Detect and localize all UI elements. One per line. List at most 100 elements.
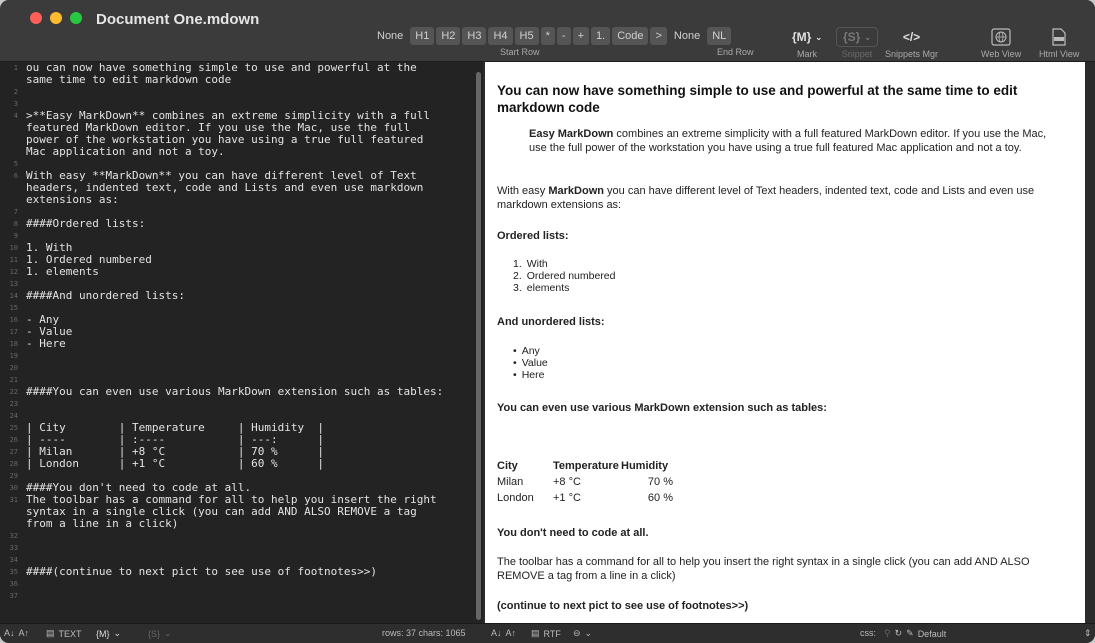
list-item: 3. elements <box>513 282 570 294</box>
list-item: • Here <box>513 369 545 381</box>
minimize-button[interactable] <box>50 12 62 24</box>
snippet-tool[interactable]: {S} ⌄ Snippet <box>836 27 879 59</box>
format-h1-button[interactable]: H1 <box>410 27 435 45</box>
font-size-controls[interactable]: A↓ A↑ <box>4 628 29 638</box>
chevron-down-icon: ⌄ <box>815 32 823 42</box>
rtf-mode-toggle[interactable]: ▤ RTF <box>531 628 561 639</box>
decrease-font-icon[interactable]: A↓ <box>4 628 15 638</box>
zoom-button[interactable] <box>70 12 82 24</box>
rendered-preview: You can now have something simple to use… <box>485 62 1085 623</box>
editor-line[interactable]: ####(continue to next pict to see use of… <box>26 566 476 578</box>
editor-line[interactable]: same time to edit markdown code <box>26 74 476 86</box>
format-bullet-star-button[interactable]: * <box>540 27 555 45</box>
editor-line[interactable]: ####Ordered lists: <box>26 218 476 230</box>
line-number-gutter: 1 2 3 4 5 6 7 8 9 10 11 12 13 14 15 16 17 18 19 20 21 22 23 24 2… <box>0 62 26 623</box>
line-number: 20 <box>9 364 18 372</box>
chevron-down-icon: ⌄ <box>113 628 122 638</box>
rtf-mode-label: RTF <box>543 628 561 639</box>
preview-scroll-track[interactable] <box>1085 62 1095 623</box>
preview-unordered-list: • Any • Value • Here <box>513 345 548 381</box>
editor-line[interactable]: - Value <box>26 326 476 338</box>
editor-line[interactable]: ####And unordered lists: <box>26 290 476 302</box>
table-row: London +1 °C 60 % <box>497 492 673 504</box>
line-number: 14 <box>9 292 18 300</box>
css-value[interactable]: Default <box>918 629 947 639</box>
line-number: 8 <box>13 220 18 228</box>
editor-line[interactable]: from a line in a click) <box>26 518 476 530</box>
increase-font-icon[interactable]: A↑ <box>506 628 517 638</box>
line-number: 4 <box>13 112 18 120</box>
editor-line[interactable]: Mac application and not a toy. <box>26 146 476 158</box>
editor-line[interactable]: ####You can even use various MarkDown ex… <box>26 386 476 398</box>
format-h5-button[interactable]: H5 <box>514 27 539 45</box>
web-view-label: Web View <box>981 49 1022 59</box>
text-mode-label: TEXT <box>58 628 82 639</box>
editor-line[interactable]: extensions as: <box>26 194 476 206</box>
decrease-font-icon[interactable]: A↓ <box>491 628 502 638</box>
format-none-button[interactable]: None <box>372 27 408 45</box>
editor-line[interactable]: 1. elements <box>26 266 476 278</box>
format-newline-button[interactable]: NL <box>707 27 732 45</box>
text-mode-toggle[interactable]: ▤ TEXT <box>46 628 82 639</box>
header-format-bar: None H1 H2 H3 H4 H5 * - + 1. Code > None… <box>372 27 732 45</box>
line-number: 32 <box>9 532 18 540</box>
table-header-row: City Temperature Humidity <box>497 460 669 472</box>
status-snippet-dropdown[interactable]: {S} ⌄ <box>148 628 172 639</box>
status-mark-dropdown[interactable]: {M} ⌄ <box>96 628 121 639</box>
line-number: 36 <box>9 580 18 588</box>
html-view-tool[interactable]: Html View <box>1039 27 1079 59</box>
document-icon: ▤ <box>531 628 540 638</box>
updown-stepper-icon[interactable]: ⇕ <box>1084 628 1092 639</box>
refresh-icon[interactable]: ↻ <box>895 628 903 639</box>
format-code-button[interactable]: Code <box>612 27 649 45</box>
line-number: 30 <box>9 484 18 492</box>
format-h3-button[interactable]: H3 <box>462 27 487 45</box>
increase-font-icon[interactable]: A↑ <box>19 628 30 638</box>
format-quote-button[interactable]: > <box>650 27 667 45</box>
editor-scrollbar[interactable] <box>476 72 481 620</box>
line-number: 37 <box>9 592 18 600</box>
format-h2-button[interactable]: H2 <box>436 27 461 45</box>
format-bullet-plus-button[interactable]: + <box>572 27 589 45</box>
list-item: • Value <box>513 357 548 369</box>
preview-tables-heading: You can even use various MarkDown extens… <box>497 402 827 414</box>
line-number: 31 <box>9 496 18 504</box>
line-number: 26 <box>9 436 18 444</box>
start-row-label: Start Row <box>500 47 540 57</box>
snippets-mgr-tool[interactable]: </> Snippets Mgr <box>885 27 938 59</box>
format-h4-button[interactable]: H4 <box>488 27 513 45</box>
close-button[interactable] <box>30 12 42 24</box>
mark-tool[interactable]: {M} ⌄ Mark <box>786 27 828 59</box>
html-view-label: Html View <box>1039 49 1080 59</box>
app-window: Document One.mdown None H1 H2 H3 H4 H5 *… <box>0 0 1095 643</box>
format-bullet-dash-button[interactable]: - <box>556 27 571 45</box>
edit-pencil-icon[interactable]: ✎ <box>906 628 914 639</box>
markdown-editor[interactable]: 1 2 3 4 5 6 7 8 9 10 11 12 13 14 15 16 17 18 19 20 21 22 23 24 2… <box>0 62 483 623</box>
format-end-none-button[interactable]: None <box>669 27 705 45</box>
status-mark-value: {M} <box>96 628 110 639</box>
preview-paragraph-1: With easy MarkDown you can have differen… <box>497 185 1072 212</box>
web-view-tool[interactable]: Web View <box>981 27 1021 59</box>
list-item: • Any <box>513 345 540 357</box>
preview-font-size-controls[interactable]: A↓ A↑ <box>491 628 516 638</box>
zoom-dropdown[interactable]: ⊖ ⌄ <box>573 628 592 639</box>
editor-line[interactable]: - Any <box>26 314 476 326</box>
editor-line[interactable]: | London | +1 °C | 60 % | <box>26 458 476 470</box>
line-number: 24 <box>9 412 18 420</box>
status-snippet-value: {S} <box>148 628 161 639</box>
preview-code-heading: You don't need to code at all. <box>497 527 649 539</box>
preview-paragraph-2: The toolbar has a command for all to hel… <box>497 556 1030 582</box>
line-number: 28 <box>9 460 18 468</box>
preview-continue-heading: (continue to next pict to see use of foo… <box>497 600 749 612</box>
search-icon[interactable]: ⚲ <box>884 628 891 639</box>
html-file-icon <box>1052 28 1066 46</box>
line-number: 29 <box>9 472 18 480</box>
editor-line[interactable]: - Here <box>26 338 476 350</box>
line-number: 21 <box>9 376 18 384</box>
mark-label: Mark <box>797 49 818 59</box>
line-number: 25 <box>9 424 18 432</box>
line-number: 18 <box>9 340 18 348</box>
format-numbered-button[interactable]: 1. <box>591 27 611 45</box>
line-number: 1 <box>13 64 18 72</box>
line-number: 19 <box>9 352 18 360</box>
